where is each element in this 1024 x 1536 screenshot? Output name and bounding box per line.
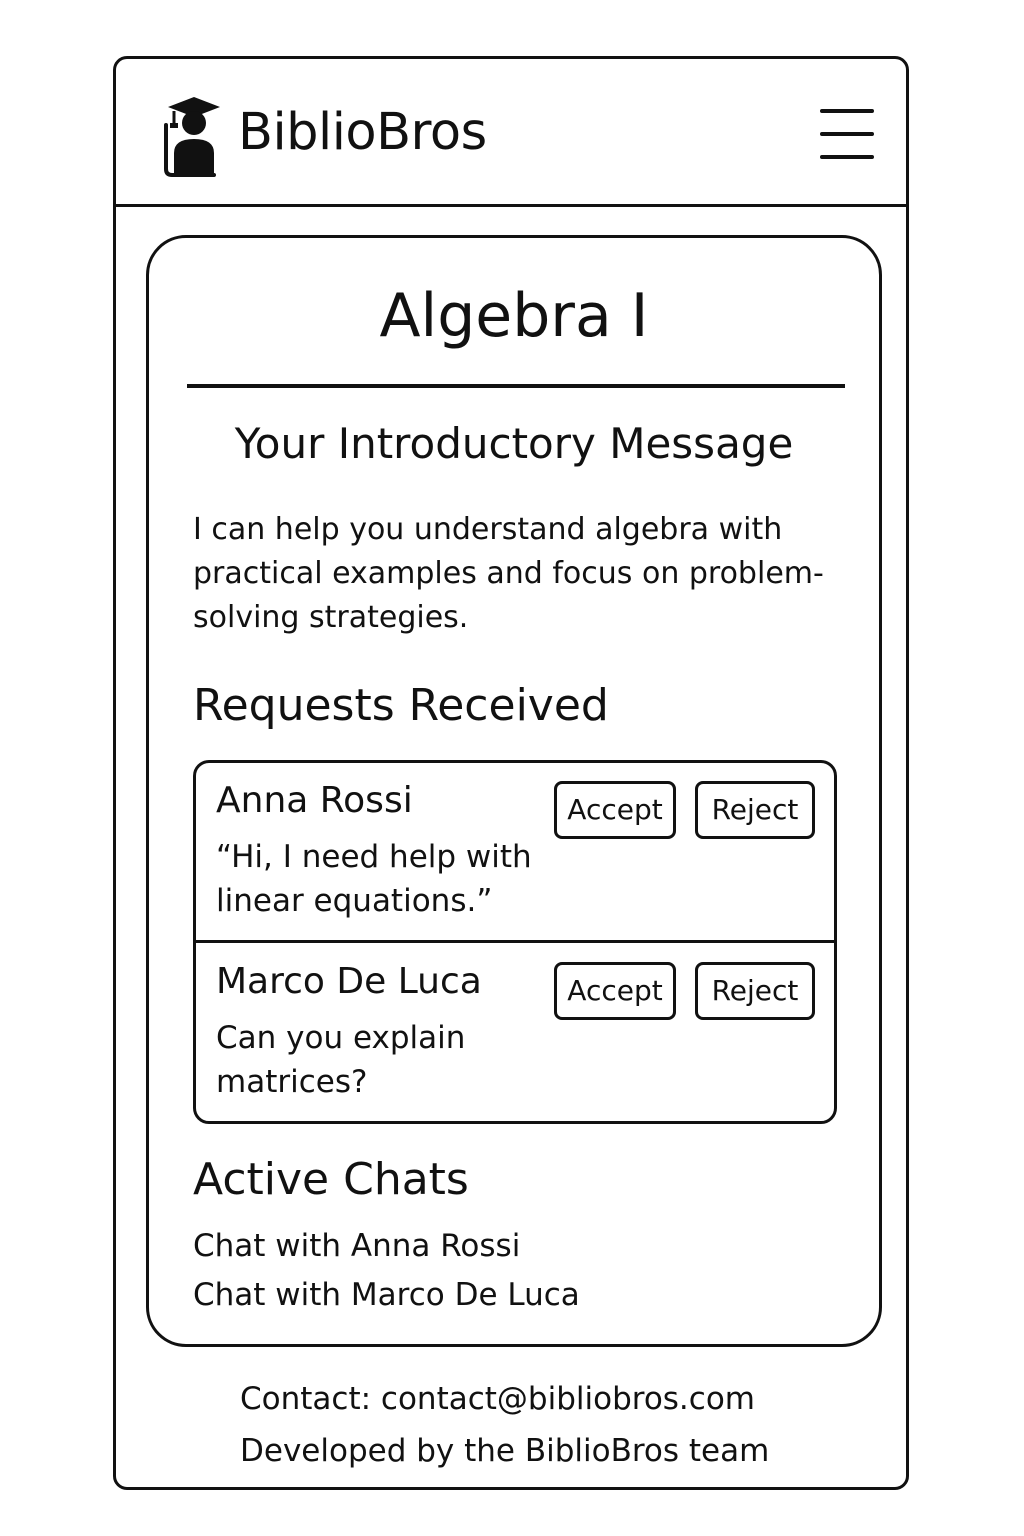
- footer-credit: Developed by the BiblioBros team: [240, 1433, 770, 1469]
- graduate-book-icon: [160, 95, 222, 177]
- hamburger-menu-icon[interactable]: [816, 107, 878, 163]
- request-message: “Hi, I need help with linear equations.”: [216, 839, 532, 919]
- request-message: Can you explain matrices?: [216, 1020, 466, 1100]
- footer-contact[interactable]: Contact: contact@bibliobros.com: [240, 1377, 755, 1421]
- intro-heading: Your Introductory Message: [234, 419, 794, 468]
- accept-button[interactable]: Accept: [554, 781, 676, 839]
- chat-link[interactable]: Chat with Marco De Luca: [193, 1273, 580, 1317]
- active-chats-heading: Active Chats: [193, 1154, 469, 1205]
- app-frame: BiblioBros Algebra I Your Introductory M…: [113, 56, 909, 1490]
- reject-button[interactable]: Reject: [695, 781, 815, 839]
- chat-link[interactable]: Chat with Anna Rossi: [193, 1224, 520, 1268]
- reject-button[interactable]: Reject: [695, 962, 815, 1020]
- requester-name: Anna Rossi: [216, 780, 413, 821]
- request-item: Anna Rossi “Hi, I need help with linear …: [196, 763, 834, 943]
- intro-text: I can help you understand algebra with p…: [193, 512, 824, 635]
- brand-name[interactable]: BiblioBros: [238, 101, 487, 165]
- course-title: Algebra I: [379, 281, 649, 351]
- title-divider: [187, 384, 845, 388]
- request-item: Marco De Luca Can you explain matrices? …: [196, 944, 834, 1121]
- requester-name: Marco De Luca: [216, 961, 482, 1002]
- requests-list: Anna Rossi “Hi, I need help with linear …: [193, 760, 837, 1124]
- requests-heading: Requests Received: [193, 680, 609, 731]
- header-bar: BiblioBros: [116, 59, 906, 207]
- accept-button[interactable]: Accept: [554, 962, 676, 1020]
- course-card: Algebra I Your Introductory Message I ca…: [146, 235, 882, 1347]
